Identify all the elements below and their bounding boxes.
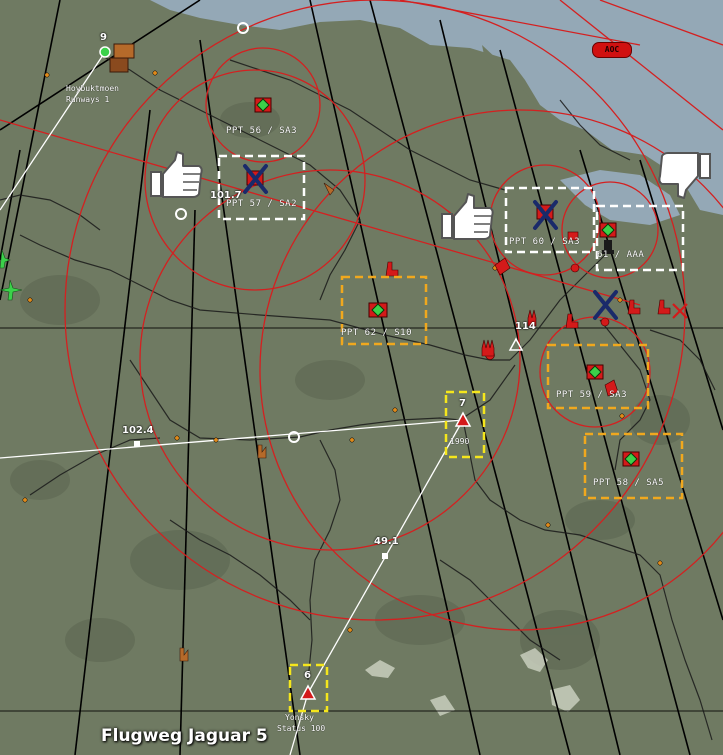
waypoint-number-114: 114 <box>515 321 536 332</box>
aoc-badge[interactable]: AOC <box>592 42 632 58</box>
leg-marker <box>134 441 140 447</box>
target-label-ppt56: PPT 56 / SA3 <box>226 126 298 136</box>
waypoint-7-value: 1990 <box>450 437 470 446</box>
thumbs-up-icon <box>150 151 203 198</box>
map-title: Flugweg Jaguar 5 <box>101 726 268 746</box>
leg-marker <box>382 553 388 559</box>
end-point-name: Yonsky <box>285 713 314 722</box>
waypoint-number-6: 6 <box>304 670 311 681</box>
tactical-map[interactable] <box>0 0 723 755</box>
leg-distance-label: 49.1 <box>374 536 399 547</box>
target-label-ppt60: PPT 60 / SA3 <box>509 237 581 247</box>
waypoint-number-7: 7 <box>459 398 466 409</box>
sam-site-icon <box>586 364 604 380</box>
sam-site-icon <box>368 302 388 318</box>
sam-site-icon <box>254 97 272 113</box>
thumbs-up-icon <box>441 193 494 240</box>
airbase-subtitle: Runways 1 <box>66 95 110 104</box>
waypoint-number-9: 9 <box>100 32 107 43</box>
sam-site-icon <box>599 222 617 238</box>
target-label-ppt58: PPT 58 / SA5 <box>593 478 665 488</box>
leg-distance-label: 102.4 <box>122 425 154 436</box>
sam-site-icon <box>622 451 640 467</box>
target-label-ppt59: PPT 59 / SA3 <box>556 390 628 400</box>
leg-distance-label: 101.7 <box>210 190 242 201</box>
target-dot <box>570 263 580 273</box>
target-label-ppt61: 61 / AAA <box>597 250 645 260</box>
target-label-ppt62: PPT 62 / S10 <box>341 328 413 338</box>
airbase-name: Hoybuktmoen <box>66 84 119 93</box>
end-point-subtitle: Status 100 <box>277 724 326 733</box>
thumbs-down-icon <box>658 152 711 199</box>
target-dot <box>600 317 610 327</box>
